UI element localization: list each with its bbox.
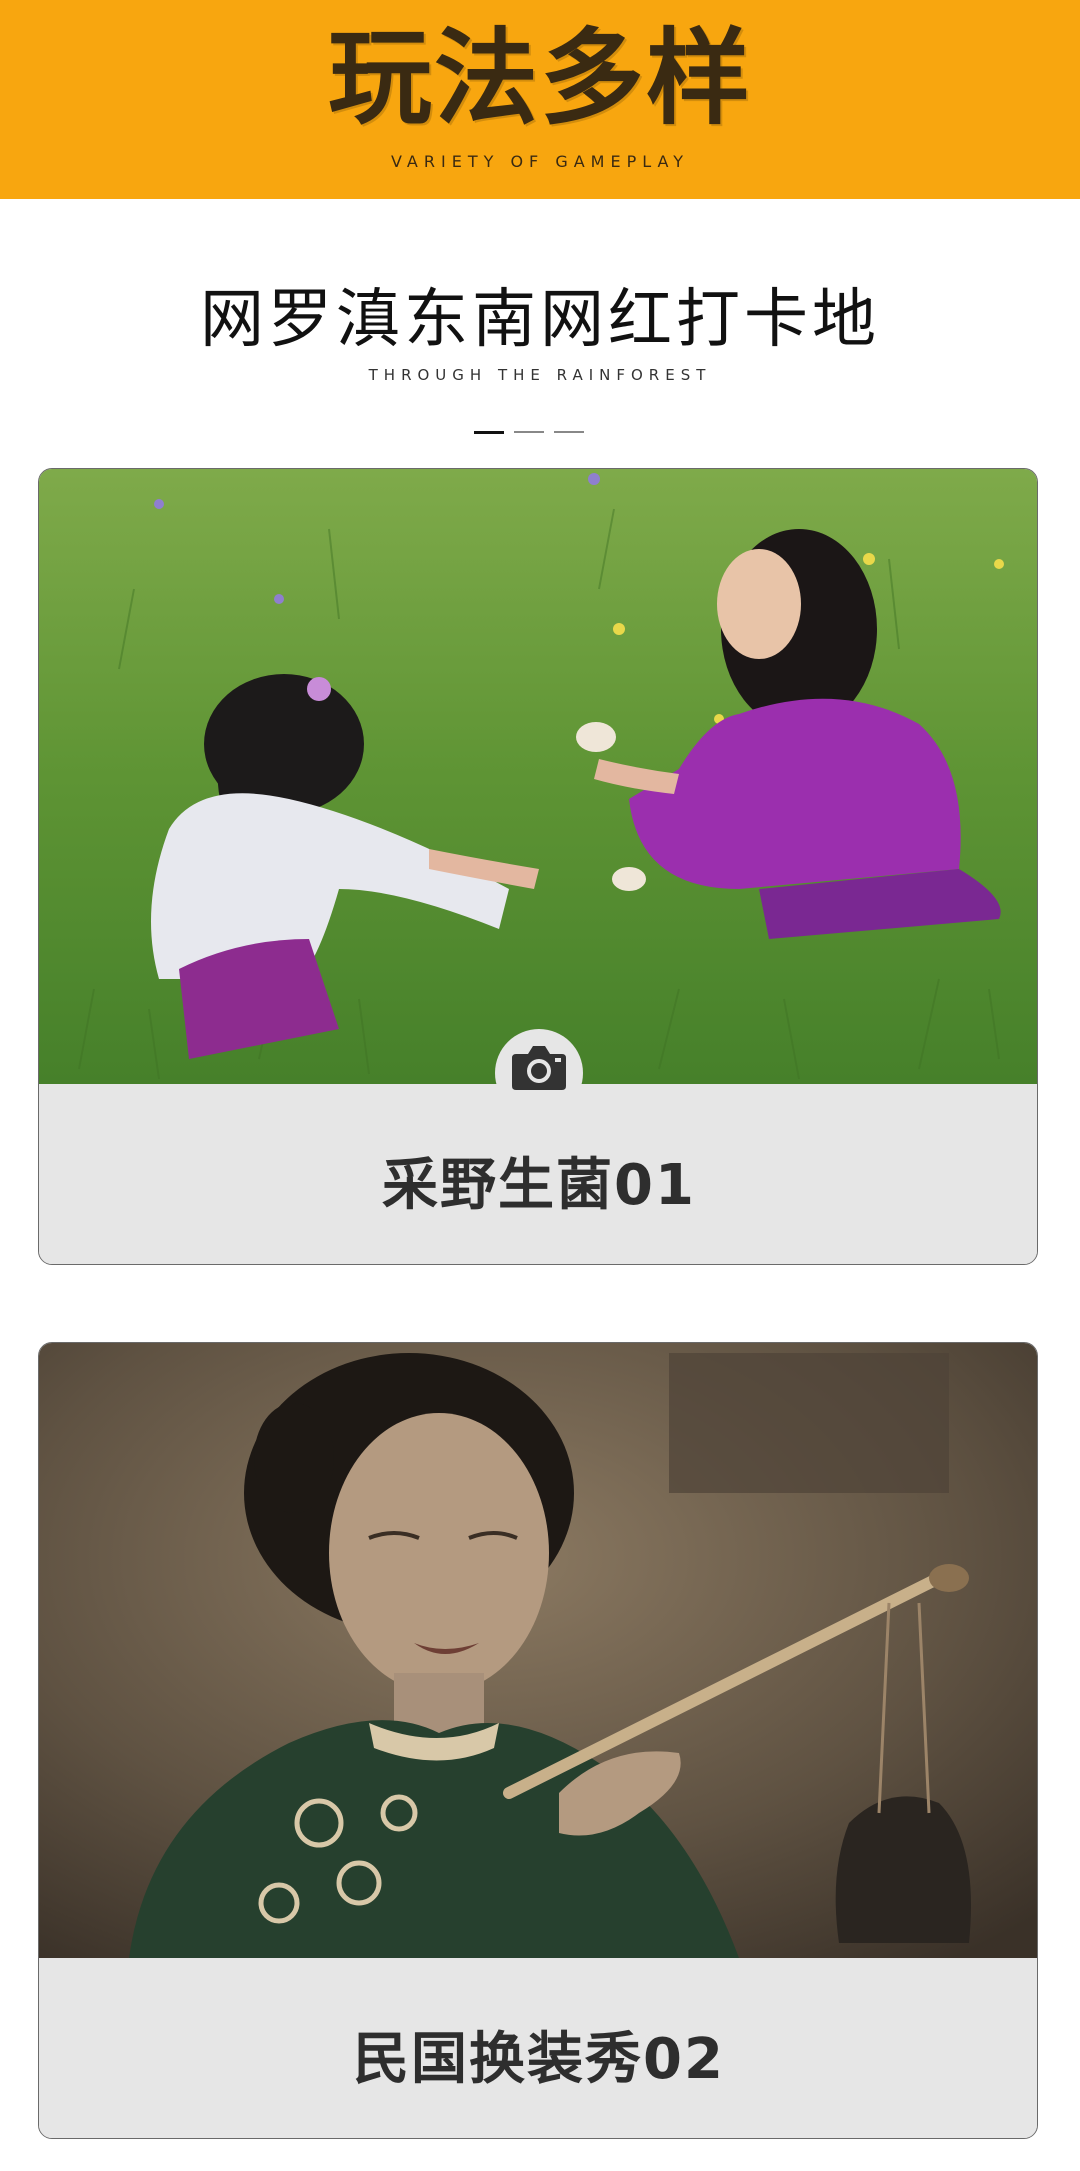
- section-subtitle: THROUGH THE RAINFOREST: [368, 366, 712, 384]
- woman-in-qipao-with-pipe-photo: [39, 1343, 1037, 1958]
- indicator-dash: [514, 431, 544, 433]
- page-indicator: [474, 431, 604, 435]
- children-picking-mushrooms-photo: [39, 469, 1037, 1084]
- section-title: 网罗滇东南网红打卡地: [200, 283, 880, 357]
- card-caption: 采野生菌01: [382, 1153, 696, 1218]
- camera-icon: [512, 1046, 566, 1090]
- camera-badge: [495, 1029, 583, 1117]
- activity-card-2[interactable]: 民国换装秀02: [38, 1342, 1038, 2139]
- indicator-dash-active: [474, 431, 504, 434]
- card-caption-area: 民国换装秀02: [39, 1958, 1037, 2138]
- banner-subtitle: VARIETY OF GAMEPLAY: [391, 152, 689, 171]
- banner-title: 玩法多样: [327, 17, 752, 139]
- card-caption: 民国换装秀02: [353, 2027, 725, 2092]
- activity-card-1[interactable]: 采野生菌01: [38, 468, 1038, 1265]
- header-banner: 玩法多样 VARIETY OF GAMEPLAY: [0, 0, 1080, 199]
- indicator-dash: [554, 431, 584, 433]
